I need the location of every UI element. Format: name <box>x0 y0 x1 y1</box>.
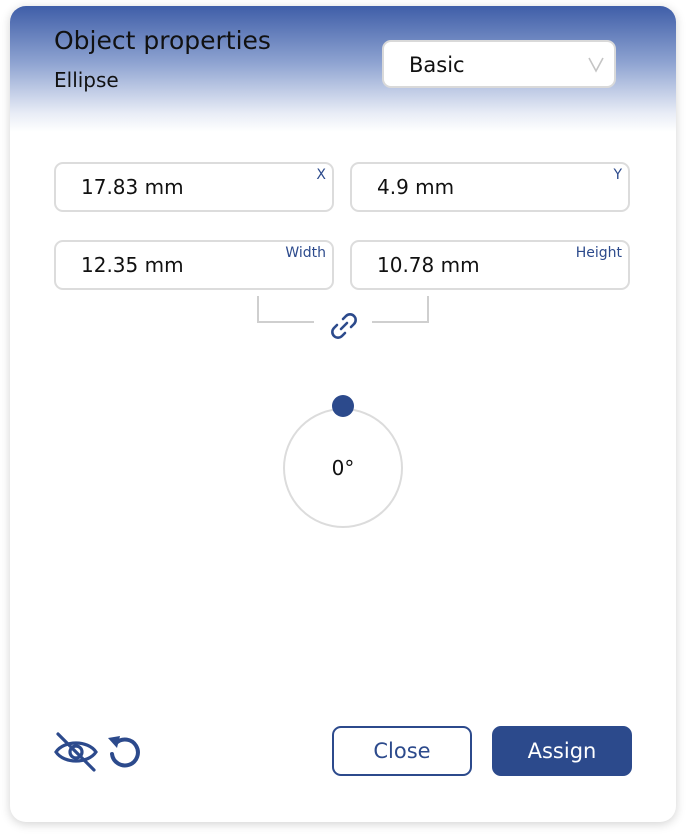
close-button[interactable]: Close <box>332 726 472 776</box>
chevron-down-icon <box>588 57 604 73</box>
width-label: Width <box>285 245 326 261</box>
eye-off-icon[interactable] <box>52 730 100 774</box>
y-position-label: Y <box>613 167 622 183</box>
y-position-value: 4.9 mm <box>377 175 455 199</box>
x-position-value: 17.83 mm <box>81 175 184 199</box>
mode-select[interactable]: Basic <box>382 40 616 88</box>
height-value: 10.78 mm <box>377 253 480 277</box>
object-properties-panel: Object properties Ellipse Basic 17.83 mm… <box>10 6 676 822</box>
x-position-field[interactable]: 17.83 mm X <box>54 162 334 212</box>
height-label: Height <box>575 245 622 261</box>
rotation-handle[interactable] <box>332 395 354 417</box>
link-icon[interactable] <box>326 308 362 344</box>
height-field[interactable]: 10.78 mm Height <box>350 240 630 290</box>
rotation-value: 0° <box>331 456 355 480</box>
width-value: 12.35 mm <box>81 253 184 277</box>
assign-button[interactable]: Assign <box>492 726 632 776</box>
rotation-dial[interactable]: 0° <box>283 408 403 528</box>
width-field[interactable]: 12.35 mm Width <box>54 240 334 290</box>
object-type-label: Ellipse <box>54 68 119 92</box>
mode-select-value: Basic <box>409 53 465 77</box>
y-position-field[interactable]: 4.9 mm Y <box>350 162 630 212</box>
panel-title: Object properties <box>54 26 271 55</box>
reset-icon[interactable] <box>104 732 144 772</box>
x-position-label: X <box>316 167 326 183</box>
